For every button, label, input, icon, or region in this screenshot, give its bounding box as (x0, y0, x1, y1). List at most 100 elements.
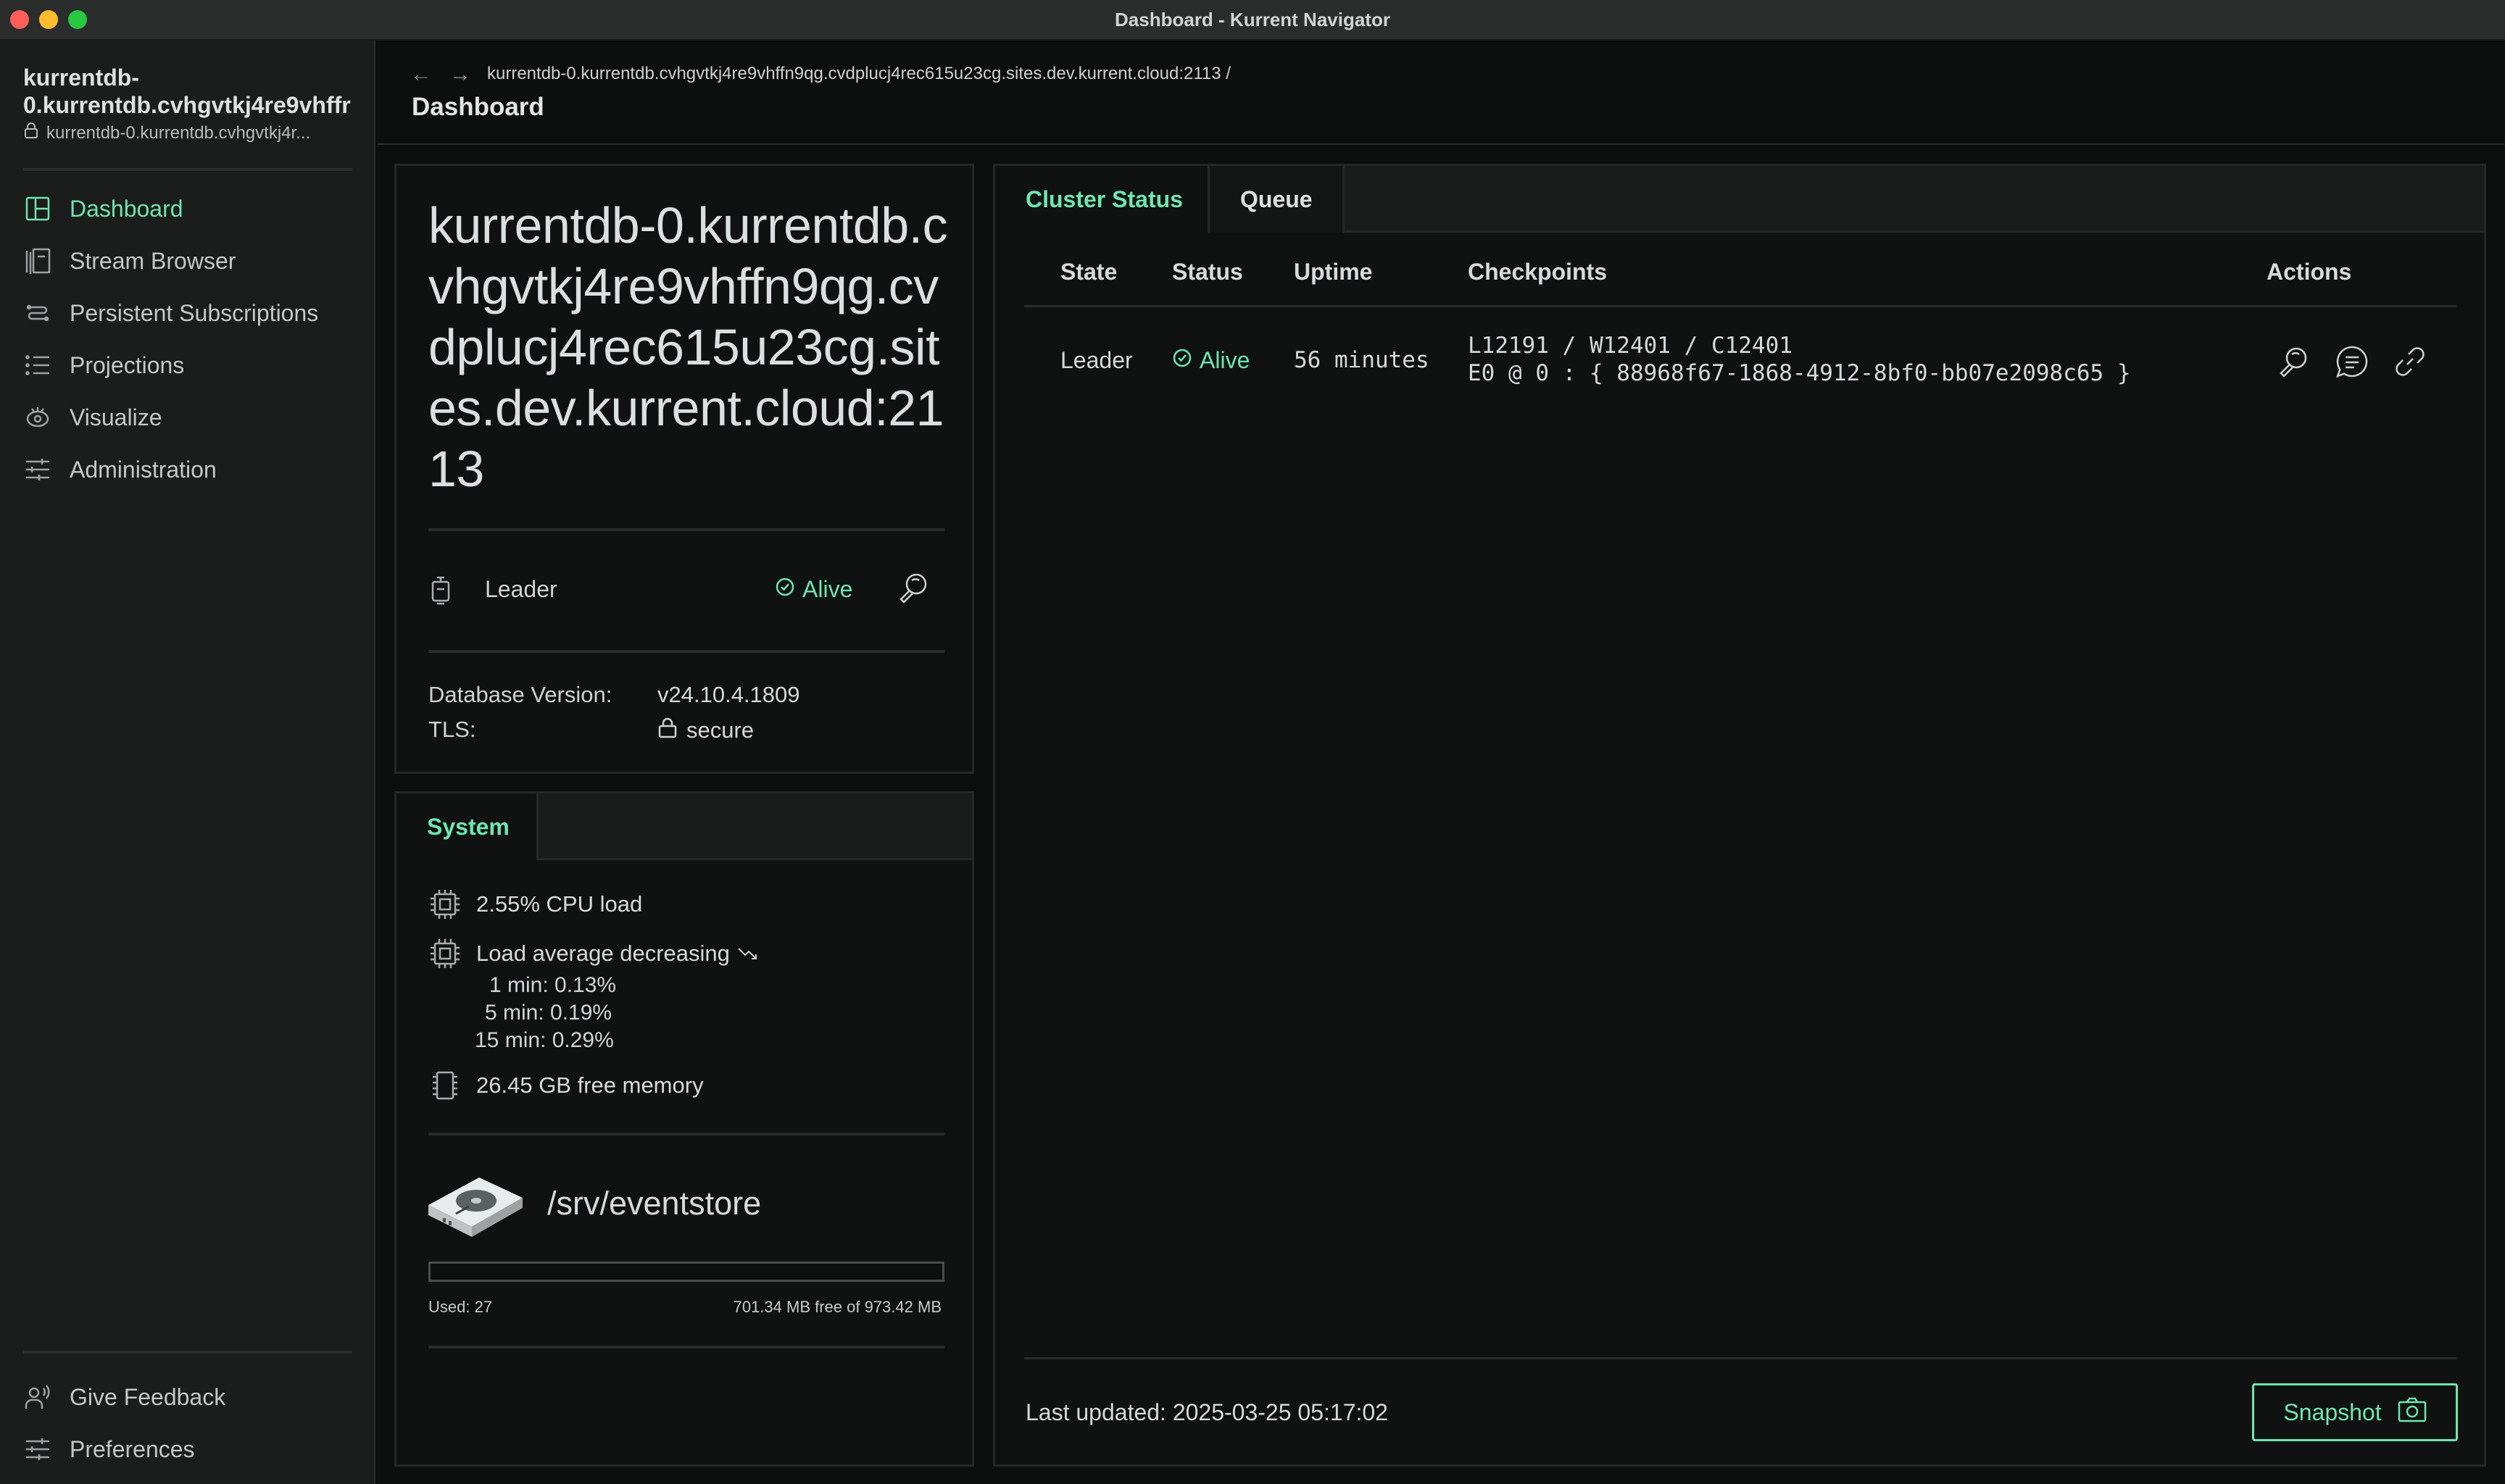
tab-system[interactable]: System (396, 793, 539, 860)
cpu-load-row: 2.55% CPU load (428, 888, 642, 921)
snapshot-button-label: Snapshot (2283, 1398, 2382, 1425)
sidebar-divider (23, 168, 352, 171)
row-uptime: 56 minutes (1294, 347, 1429, 373)
lock-icon (23, 122, 39, 144)
last-updated-text: Last updated: 2025-03-25 05:17:02 (1026, 1399, 1388, 1425)
window-title: Dashboard - Kurrent Navigator (1115, 9, 1390, 30)
tls-label: TLS: (428, 717, 476, 742)
tls-value-text: secure (686, 717, 755, 743)
row-checkpoint-line2: E0 @ 0 : { 88968f67-1868-4912-8bf0-bb07e… (1468, 360, 2131, 386)
column-header-status: Status (1172, 259, 1243, 285)
window-titlebar: Dashboard - Kurrent Navigator (0, 0, 2505, 41)
sidebar-item-label: Give Feedback (70, 1383, 226, 1410)
page-title: Dashboard (412, 93, 544, 121)
sidebar-item-label: Projections (70, 351, 185, 378)
sidebar-item-label: Dashboard (70, 195, 183, 222)
load-1min: 1 min: 0.13% (489, 973, 617, 997)
connection-subtitle-text: kurrentdb-0.kurrentdb.cvhgvtkj4r... (46, 122, 311, 143)
sidebar-item-persistent-subscriptions[interactable]: Persistent Subscriptions (0, 287, 374, 339)
ping-node-icon[interactable] (2275, 343, 2313, 380)
column-header-actions: Actions (2267, 259, 2352, 285)
column-header-uptime: Uptime (1294, 259, 1373, 285)
sidebar: kurrentdb- 0.kurrentdb.cvhgvtkj4re9vhffr… (0, 41, 375, 1484)
message-icon[interactable] (2333, 343, 2371, 380)
projections-icon (23, 351, 52, 380)
load-15min: 15 min: 0.29% (475, 1028, 614, 1052)
camera-icon (2398, 1396, 2427, 1428)
connection-name-line2: 0.kurrentdb.cvhgvtkj4re9vhffr (23, 92, 351, 118)
stream-browser-icon (23, 246, 52, 275)
disk-path: /srv/eventstore (547, 1185, 762, 1222)
row-state: Leader (1060, 347, 1133, 373)
sidebar-item-visualize[interactable]: Visualize (0, 391, 374, 443)
sidebar-item-label: Persistent Subscriptions (70, 299, 319, 326)
row-status-text: Alive (1200, 347, 1250, 373)
subscriptions-icon (23, 299, 52, 328)
system-panel: System 2.55% CPU load Load average decre… (394, 791, 974, 1467)
visualize-icon (23, 403, 52, 432)
footer-divider (1024, 1357, 2456, 1359)
sidebar-item-projections[interactable]: Projections (0, 339, 374, 391)
free-memory-row: 26.45 GB free memory (428, 1069, 704, 1102)
preferences-icon (23, 1435, 52, 1464)
cluster-tab-bar: Cluster Status Queue (995, 166, 2484, 233)
ping-node-icon[interactable] (897, 570, 931, 609)
node-status: Alive (775, 576, 852, 603)
row-status: Alive (1172, 347, 1250, 374)
cpu-icon (428, 888, 462, 921)
divider (428, 1133, 944, 1135)
trend-down-icon (737, 941, 759, 967)
sidebar-divider (23, 1351, 352, 1354)
hard-drive-icon (427, 1170, 524, 1242)
connection-subtitle: kurrentdb-0.kurrentdb.cvhgvtkj4r... (23, 122, 357, 144)
check-circle-icon (775, 576, 795, 603)
sidebar-bottom-nav: Give Feedback Preferences (0, 1371, 374, 1475)
sidebar-item-stream-browser[interactable]: Stream Browser (0, 235, 374, 287)
node-hostname: kurrentdb-0.kurrentdb.cvhgvtkj4re9vhffn9… (428, 197, 948, 497)
divider (428, 1346, 944, 1348)
sidebar-item-label: Stream Browser (70, 247, 236, 274)
connection-name-line1: kurrentdb- (23, 64, 139, 91)
db-version-value: v24.10.4.1809 (657, 682, 800, 708)
sidebar-item-label: Visualize (70, 404, 162, 430)
disk-usage-bar (428, 1262, 944, 1282)
load-average-text: Load average decreasing (476, 941, 730, 966)
cpu-load-text: 2.55% CPU load (476, 891, 643, 917)
cpu-icon (428, 937, 462, 970)
administration-icon (23, 455, 52, 484)
sidebar-nav: Dashboard Stream Browser Persistent Subs… (0, 183, 374, 496)
back-arrow-icon[interactable]: ← (410, 62, 432, 87)
node-role: Leader (485, 576, 557, 602)
sidebar-item-give-feedback[interactable]: Give Feedback (0, 1371, 374, 1423)
cluster-status-panel: Cluster Status Queue State Status Uptime… (993, 164, 2486, 1467)
free-memory-text: 26.45 GB free memory (476, 1072, 704, 1098)
table-header-divider (1024, 305, 2456, 307)
load-average-row: Load average decreasing (428, 937, 759, 970)
row-checkpoint-line1: L12191 / W12401 / C12401 (1468, 333, 1792, 359)
disk-free-label: 701.34 MB free of 973.42 MB (733, 1298, 942, 1316)
divider (428, 650, 944, 653)
memory-icon (428, 1069, 462, 1102)
sidebar-item-label: Administration (70, 456, 217, 483)
breadcrumb[interactable]: kurrentdb-0.kurrentdb.cvhgvtkj4re9vhffn9… (487, 64, 1231, 84)
sidebar-item-preferences[interactable]: Preferences (0, 1423, 374, 1475)
disk-used-label: Used: 27 (428, 1298, 493, 1316)
snapshot-button[interactable]: Snapshot (2252, 1383, 2458, 1441)
system-tab-bar: System (396, 793, 972, 860)
node-info-panel: kurrentdb-0.kurrentdb.cvhgvtkj4re9vhffn9… (394, 164, 974, 774)
column-header-checkpoints: Checkpoints (1468, 259, 1608, 285)
forward-arrow-icon[interactable]: → (449, 62, 471, 87)
tls-value: secure (657, 717, 754, 744)
db-version-text: v24.10.4.1809 (657, 682, 800, 707)
node-status-text: Alive (802, 576, 853, 602)
tab-queue[interactable]: Queue (1210, 166, 1345, 233)
leader-node-icon (428, 575, 454, 610)
tab-cluster-status[interactable]: Cluster Status (995, 166, 1210, 233)
link-icon[interactable] (2391, 343, 2429, 380)
sidebar-item-dashboard[interactable]: Dashboard (0, 183, 374, 235)
lock-icon (657, 717, 678, 744)
dashboard-icon (23, 194, 52, 223)
divider (428, 528, 944, 531)
load-5min: 5 min: 0.19% (485, 1001, 612, 1025)
sidebar-item-administration[interactable]: Administration (0, 443, 374, 496)
